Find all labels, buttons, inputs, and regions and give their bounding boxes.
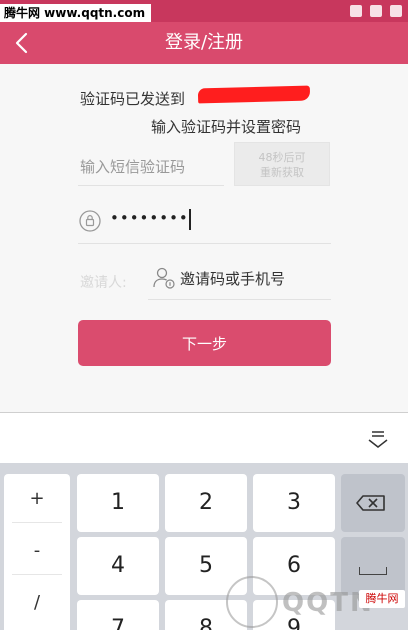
page-title: 登录/注册: [164, 32, 244, 53]
resend-code-button[interactable]: 48秒后可 重新获取: [234, 142, 330, 186]
backspace-key[interactable]: [341, 474, 405, 532]
key-1[interactable]: 1: [77, 474, 159, 532]
invite-underline: [148, 299, 331, 300]
symbol-divider: [12, 522, 62, 523]
status-icons: [350, 2, 402, 20]
key-plus[interactable]: +: [4, 488, 70, 509]
redacted-phone-mark: [197, 85, 311, 104]
lock-icon: [79, 210, 101, 232]
next-step-button[interactable]: 下一步: [78, 320, 331, 366]
back-button[interactable]: [6, 25, 42, 61]
person-info-icon: [153, 267, 175, 289]
battery-icon: [390, 5, 402, 17]
code-underline: [78, 185, 224, 186]
text-cursor: [189, 209, 191, 230]
app-header: 登录/注册: [0, 22, 408, 64]
key-2[interactable]: 2: [165, 474, 247, 532]
key-4[interactable]: 4: [77, 537, 159, 595]
space-icon: [359, 567, 387, 575]
status-bar: 腾牛网 www.qqtn.com: [0, 0, 408, 22]
inviter-label: 邀请人:: [80, 275, 127, 291]
code-sent-text: 验证码已发送到: [80, 90, 186, 108]
key-slash[interactable]: /: [4, 592, 70, 613]
symbol-column: + - /: [4, 474, 70, 630]
wifi-icon: [370, 5, 382, 17]
backspace-icon: [356, 495, 385, 511]
instruction-text: 输入验证码并设置密码: [150, 118, 301, 136]
resend-countdown-text: 48秒后可: [258, 151, 306, 164]
invite-code-input[interactable]: [180, 267, 330, 291]
resend-label-text: 重新获取: [260, 166, 304, 179]
key-minus[interactable]: -: [4, 540, 70, 561]
site-watermark: 腾牛网 www.qqtn.com: [0, 4, 152, 22]
signal-icon: [350, 5, 362, 17]
space-key[interactable]: [341, 537, 405, 595]
password-field[interactable]: ••••••••: [110, 209, 189, 227]
sms-code-input[interactable]: [80, 152, 222, 182]
watermark-logo: [226, 576, 278, 628]
password-underline: [78, 243, 331, 244]
symbol-divider: [12, 574, 62, 575]
key-7[interactable]: 7: [77, 600, 159, 630]
watermark-badge: 腾牛网: [359, 590, 405, 608]
chevron-left-icon: [15, 32, 28, 54]
verify-form: 验证码已发送到 输入验证码并设置密码 48秒后可 重新获取 •••••••• 邀…: [0, 64, 408, 412]
keyboard-toolbar: [0, 413, 408, 463]
keyboard-hide-icon[interactable]: [366, 427, 390, 451]
key-3[interactable]: 3: [253, 474, 335, 532]
